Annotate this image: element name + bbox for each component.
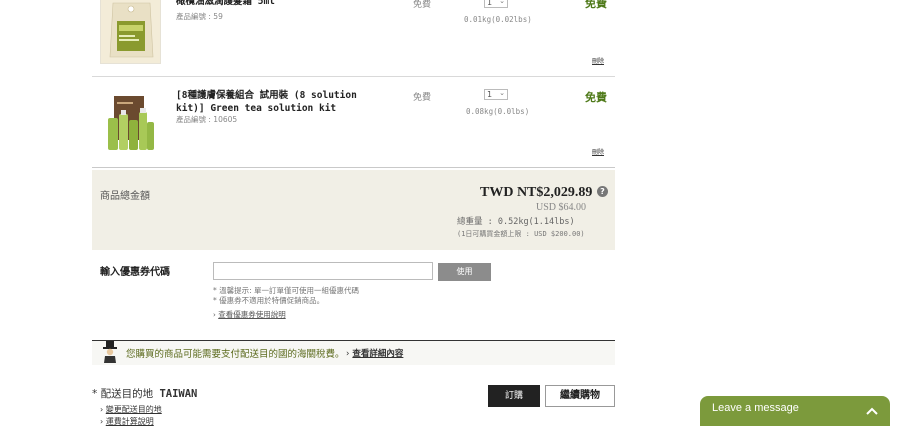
customs-officer-icon	[101, 341, 119, 367]
product-code: 產品編號 : 59	[176, 12, 223, 21]
quantity-value: 1	[487, 90, 493, 99]
product-thumbnail[interactable]	[100, 0, 161, 64]
line-total: 免費	[585, 91, 607, 104]
product-weight: 0.08kg(0.0lbs)	[466, 107, 530, 116]
chevron-right-icon: ›	[100, 405, 104, 414]
row-divider	[92, 76, 615, 77]
delete-link[interactable]: 刪除	[592, 147, 604, 156]
coupon-guide-link[interactable]: › 查看優惠券使用說明	[213, 309, 286, 320]
quantity-select[interactable]: 1 ⌄	[484, 0, 508, 8]
coupon-tip: * 優惠券不適用於特價促銷商品。	[213, 296, 325, 305]
leave-message-widget[interactable]: Leave a message	[700, 396, 890, 426]
checkout-button[interactable]: 訂購	[488, 385, 540, 407]
chevron-right-icon: ›	[213, 311, 216, 319]
chevron-right-icon: ›	[100, 417, 104, 426]
line-total: 免費	[585, 0, 607, 10]
shipping-fee-link[interactable]: › 運費計算說明	[100, 416, 154, 427]
coupon-label: 輸入優惠券代碼	[100, 267, 170, 278]
row-divider	[92, 167, 615, 168]
leave-message-label: Leave a message	[712, 402, 799, 414]
product-weight: 0.01kg(0.02lbs)	[464, 15, 532, 24]
continue-shopping-button[interactable]: 繼續購物	[545, 385, 615, 407]
delete-link[interactable]: 刪除	[592, 56, 604, 65]
shipping-label: * 配送目的地	[92, 388, 154, 400]
help-icon[interactable]: ?	[597, 186, 608, 197]
shipping-country: TAIWAN	[159, 388, 198, 400]
customs-detail-link[interactable]: › 查看詳細內容	[346, 347, 403, 359]
unit-price: 免費	[413, 0, 432, 10]
coupon-guide-link-text: 查看優惠券使用說明	[218, 310, 286, 319]
chevron-up-icon[interactable]	[866, 401, 878, 420]
quantity-value: 1	[487, 0, 493, 7]
total-label: 商品總金額	[100, 191, 150, 202]
chevron-down-icon: ⌄	[499, 89, 505, 97]
customs-detail-link-text: 查看詳細內容	[352, 349, 404, 359]
apply-coupon-button[interactable]: 使用	[438, 263, 491, 281]
change-destination-link[interactable]: › 變更配送目的地	[100, 404, 162, 415]
total-weight: 總重量 : 0.52kg(1.14lbs)	[457, 217, 575, 227]
product-code: 產品編號 : 10605	[176, 115, 238, 124]
purchase-limit: (1日可購買金額上限 : USD $200.00)	[457, 230, 585, 238]
unit-price: 免費	[413, 93, 432, 103]
total-twd: TWD NT$2,029.89	[480, 185, 593, 200]
product-name[interactable]: 橄欖油滋潤護髮霜 5ml	[176, 0, 376, 8]
change-destination-link-text: 變更配送目的地	[105, 405, 162, 414]
shipping-destination: * 配送目的地 TAIWAN	[92, 386, 197, 401]
chevron-right-icon: ›	[346, 349, 350, 359]
product-thumbnail[interactable]	[100, 92, 161, 156]
product-name[interactable]: [8種護膚保養組合 試用裝 (8 solution kit)] Green te…	[176, 89, 376, 115]
shipping-fee-link-text: 運費計算說明	[105, 417, 154, 426]
coupon-input[interactable]	[213, 262, 433, 280]
customs-notice-text: 您購買的商品可能需要支付配送目的國的海關稅費。	[126, 349, 345, 360]
quantity-select[interactable]: 1 ⌄	[484, 89, 508, 100]
total-usd: USD $64.00	[536, 202, 587, 213]
chevron-down-icon: ⌄	[499, 0, 505, 5]
